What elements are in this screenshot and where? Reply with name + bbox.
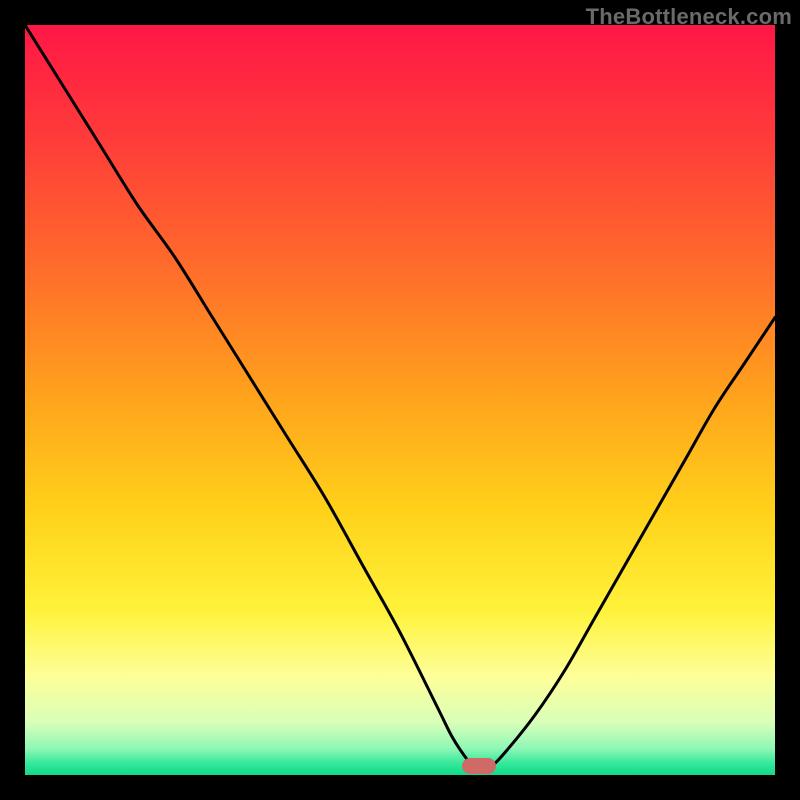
bottleneck-curve (25, 25, 775, 775)
plot-area (25, 25, 775, 775)
optimal-marker (462, 758, 496, 774)
chart-frame: TheBottleneck.com (0, 0, 800, 800)
attribution-text: TheBottleneck.com (586, 4, 792, 30)
